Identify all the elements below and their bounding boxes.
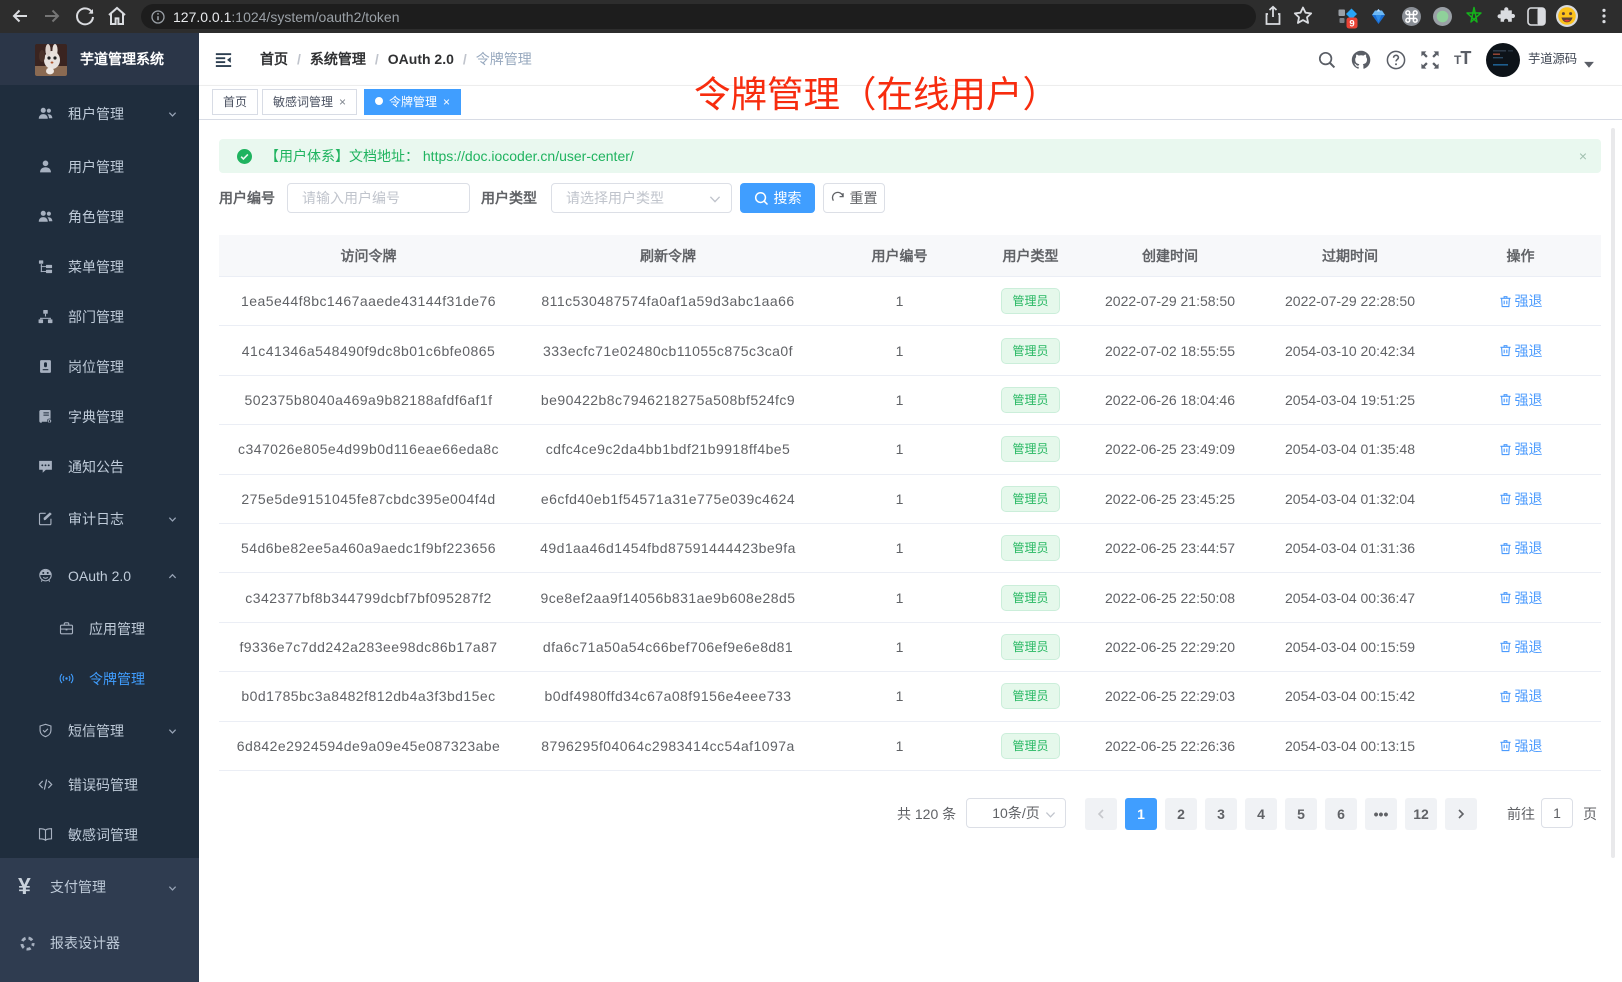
svg-text:9: 9 (1349, 18, 1354, 29)
